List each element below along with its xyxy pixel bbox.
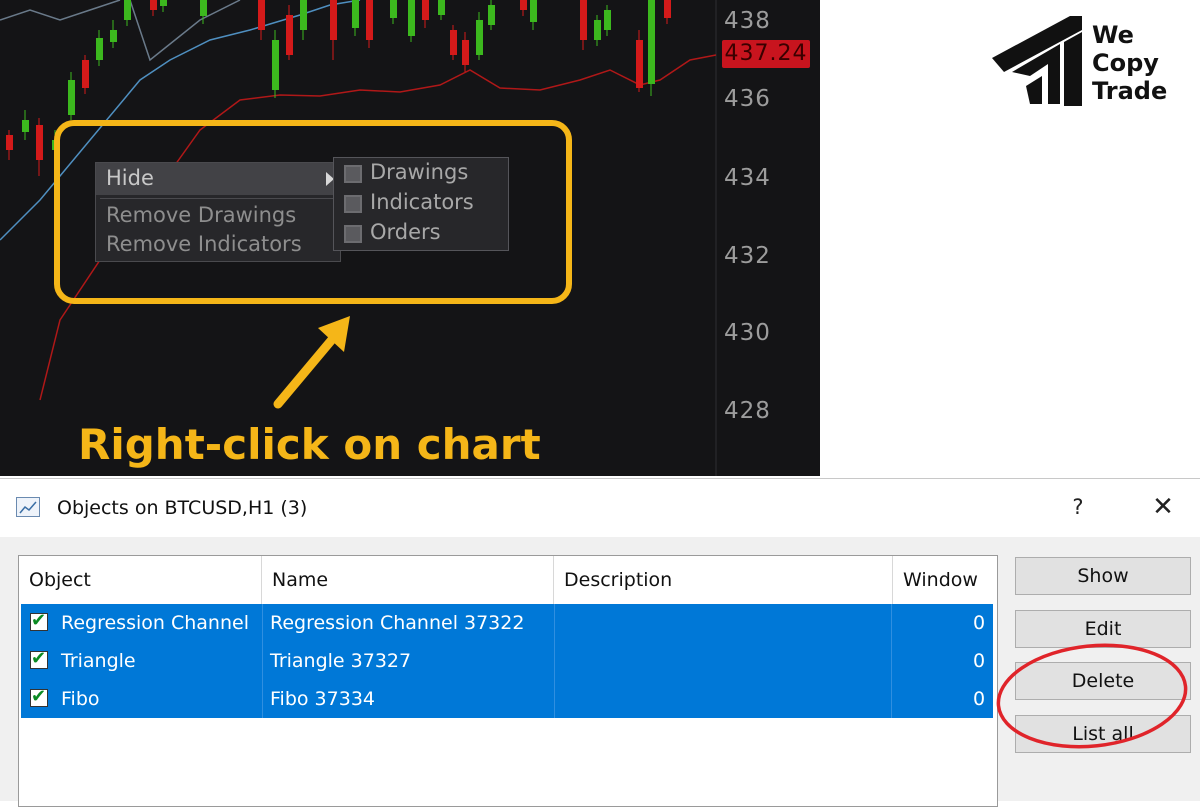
- submenu-item-label: Drawings: [370, 160, 469, 184]
- cell-object: Regression Channel: [61, 612, 249, 634]
- objects-table: Object Name Description Window ✔ Regress…: [18, 555, 998, 807]
- column-header-object[interactable]: Object: [19, 556, 262, 604]
- cell-object: Triangle: [61, 650, 136, 672]
- current-price-label: 437.24: [722, 40, 810, 68]
- table-row[interactable]: ✔ Regression Channel Regression Channel …: [21, 604, 993, 642]
- candle-body: [200, 0, 207, 16]
- checkbox-icon[interactable]: [344, 165, 362, 183]
- candle-body: [438, 0, 445, 15]
- candle-body: [462, 40, 469, 65]
- close-button[interactable]: ✕: [1148, 492, 1178, 522]
- price-tick-436: 436: [724, 86, 771, 112]
- candle-body: [476, 20, 483, 55]
- price-tick-438: 438: [724, 8, 771, 34]
- chart-window-icon: [16, 497, 40, 517]
- wecopytrade-logo: We Copy Trade: [990, 14, 1190, 110]
- checkbox-icon[interactable]: ✔: [30, 610, 48, 631]
- candle-body: [160, 0, 167, 6]
- cell-window: 0: [973, 688, 986, 710]
- column-divider: [262, 642, 263, 680]
- submenu-item-label: Indicators: [370, 190, 474, 214]
- candle-body: [352, 0, 359, 28]
- candle-body: [6, 135, 13, 150]
- candle-body: [68, 80, 75, 115]
- logo-text-line1: We: [1092, 21, 1134, 49]
- column-header-name[interactable]: Name: [262, 556, 554, 604]
- logo-text-line3: Trade: [1092, 77, 1168, 105]
- help-button[interactable]: ?: [1068, 495, 1088, 519]
- cell-name: Regression Channel 37322: [270, 612, 525, 634]
- candle-body: [408, 0, 415, 36]
- cell-name: Triangle 37327: [270, 650, 412, 672]
- instruction-caption: Right-click on chart: [78, 420, 541, 469]
- checkbox-icon[interactable]: ✔: [30, 686, 48, 707]
- column-divider: [262, 604, 263, 642]
- show-button[interactable]: Show: [1015, 557, 1191, 595]
- hide-submenu: Drawings Indicators Orders: [333, 157, 509, 251]
- checkbox-icon[interactable]: [344, 195, 362, 213]
- candle-body: [110, 30, 117, 42]
- candle-body: [530, 0, 537, 22]
- menu-item-hide[interactable]: Hide: [96, 163, 340, 195]
- column-divider: [554, 604, 555, 642]
- price-tick-428: 428: [724, 398, 771, 424]
- candle-body: [520, 0, 527, 10]
- candle-body: [258, 0, 265, 30]
- candle-body: [124, 0, 131, 20]
- submenu-item-label: Orders: [370, 220, 441, 244]
- column-header-description[interactable]: Description: [554, 556, 893, 604]
- column-divider: [554, 680, 555, 718]
- candle-body: [36, 125, 43, 160]
- candle-body: [300, 0, 307, 30]
- price-tick-430: 430: [724, 320, 771, 346]
- candle-body: [422, 0, 429, 20]
- candle-body: [22, 120, 29, 132]
- cell-name: Fibo 37334: [270, 688, 375, 710]
- column-divider: [891, 680, 892, 718]
- menu-divider: [100, 198, 336, 199]
- cell-object: Fibo: [61, 688, 100, 710]
- candle-body: [648, 0, 655, 84]
- logo-text-line2: Copy: [1092, 49, 1159, 77]
- table-row[interactable]: ✔ Triangle Triangle 37327 0: [21, 642, 993, 680]
- candle-body: [286, 15, 293, 55]
- menu-item-remove-indicators[interactable]: Remove Indicators: [106, 232, 302, 256]
- table-row[interactable]: ✔ Fibo Fibo 37334 0: [21, 680, 993, 718]
- candle-body: [366, 0, 373, 40]
- candle-body: [604, 10, 611, 30]
- column-divider: [262, 680, 263, 718]
- dialog-title: Objects on BTCUSD,H1 (3): [57, 497, 308, 519]
- column-header-window[interactable]: Window: [893, 556, 995, 604]
- candle-body: [594, 20, 601, 40]
- candle-body: [580, 0, 587, 40]
- candle-body: [330, 0, 337, 40]
- menu-item-hide-label: Hide: [106, 166, 154, 190]
- candle-body: [82, 60, 89, 88]
- candle-body: [390, 0, 397, 18]
- candle-body: [488, 5, 495, 25]
- context-menu: Hide Remove Drawings Remove Indicators: [95, 162, 341, 262]
- menu-item-remove-drawings[interactable]: Remove Drawings: [106, 203, 296, 227]
- pointer-arrow-icon: [273, 316, 350, 409]
- candle-body: [450, 30, 457, 55]
- candle-body: [272, 40, 279, 90]
- price-chart[interactable]: 438 437.24 436 434 432 430 428 Hide Remo…: [0, 0, 820, 476]
- price-tick-434: 434: [724, 165, 771, 191]
- cell-window: 0: [973, 650, 986, 672]
- candle-body: [96, 38, 103, 60]
- logo-mark-icon: [992, 16, 1082, 106]
- candle-body: [664, 0, 671, 18]
- candle-body: [636, 40, 643, 88]
- checkbox-icon[interactable]: [344, 225, 362, 243]
- column-divider: [891, 604, 892, 642]
- dialog-title-bar[interactable]: Objects on BTCUSD,H1 (3) ? ✕: [0, 479, 1200, 537]
- column-divider: [554, 642, 555, 680]
- highlight-circle: [996, 643, 1188, 749]
- candle-body: [150, 0, 157, 10]
- checkbox-icon[interactable]: ✔: [30, 648, 48, 669]
- price-tick-432: 432: [724, 243, 771, 269]
- column-divider: [891, 642, 892, 680]
- cell-window: 0: [973, 612, 986, 634]
